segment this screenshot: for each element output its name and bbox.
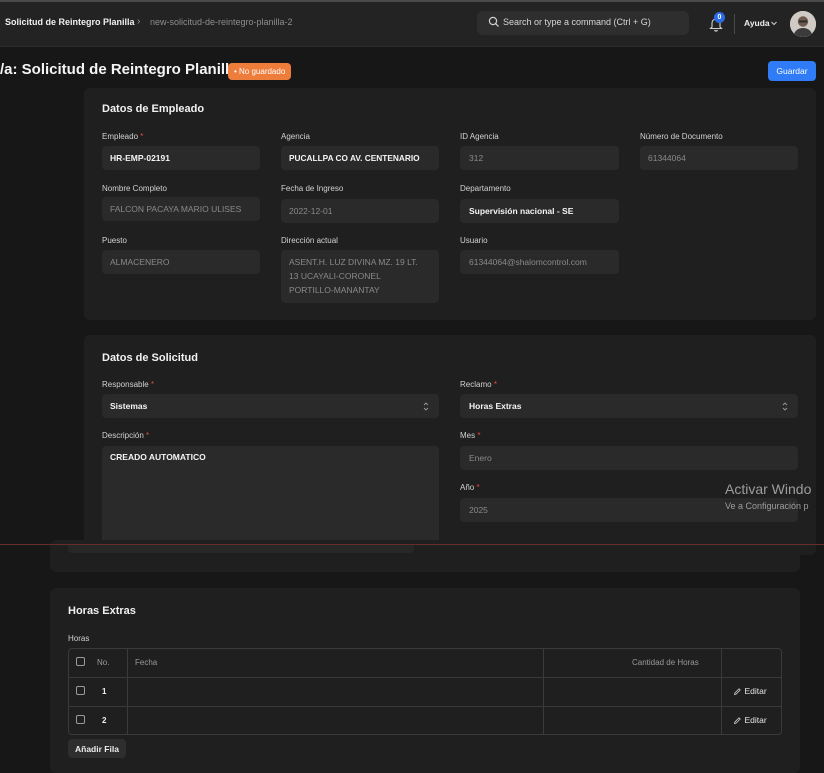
address-line-1: ASENT.H. LUZ DIVINA MZ. 19 LT. [289, 257, 418, 267]
hire-date-label: Fecha de Ingreso [281, 184, 344, 193]
agency-id-field [460, 146, 619, 170]
user-value: 61344064@shalomcontrol.com [469, 257, 587, 267]
month-field [460, 446, 798, 470]
month-label: Mes * [460, 431, 481, 440]
address-label: Dirección actual [281, 236, 338, 245]
agency-value: PUCALLPA CO AV. CENTENARIO [289, 153, 420, 163]
select-arrows-icon [782, 402, 788, 411]
responsible-select[interactable] [102, 394, 439, 418]
windows-activation-watermark-title: Activar Windo [725, 481, 812, 497]
row-checkbox[interactable] [76, 686, 85, 695]
column-header-fecha: Fecha [135, 658, 158, 667]
user-avatar-icon [790, 11, 816, 37]
row-cantidad-cell[interactable] [544, 707, 721, 735]
month-value: Enero [469, 453, 492, 463]
row-edit-label: Editar [744, 686, 767, 696]
user-label: Usuario [460, 236, 488, 245]
responsible-value: Sistemas [110, 401, 148, 411]
breadcrumb-separator: › [137, 16, 141, 27]
full-name-label: Nombre Completo [102, 184, 167, 193]
department-label: Departamento [460, 184, 511, 193]
agency-label: Agencia [281, 132, 310, 141]
employee-value: HR-EMP-02191 [110, 153, 170, 163]
breadcrumb-parent-link[interactable]: Solicitud de Reintegro Planilla [5, 17, 135, 27]
overtime-section-title: Horas Extras [68, 605, 136, 617]
windows-activation-watermark-subtitle: Ve a Configuración p [725, 501, 809, 511]
select-arrows-icon [423, 402, 429, 411]
claim-value: Horas Extras [469, 401, 522, 411]
request-section-title: Datos de Solicitud [102, 352, 198, 364]
row-fecha-cell[interactable] [128, 678, 543, 706]
hours-table-label: Horas [68, 634, 90, 643]
table-col-divider [721, 648, 722, 735]
row-number: 2 [102, 716, 107, 725]
row-edit-button[interactable]: Editar [733, 686, 767, 696]
user-avatar[interactable] [790, 11, 816, 37]
help-menu[interactable]: Ayuda [744, 18, 770, 28]
claim-label: Reclamo * [460, 380, 497, 389]
position-value: ALMACENERO [110, 257, 170, 267]
column-header-cantidad: Cantidad de Horas [632, 658, 699, 667]
agency-id-value: 312 [469, 153, 484, 163]
page-title: /a: Solicitud de Reintegro Planilla [0, 61, 238, 78]
row-fecha-cell[interactable] [128, 707, 543, 735]
description-label: Descripción * [102, 431, 150, 440]
year-label: Año * [460, 483, 480, 492]
department-value: Supervisión nacional - SE [469, 206, 574, 216]
notification-count-badge: 0 [714, 12, 725, 23]
row-edit-label: Editar [744, 715, 767, 725]
responsible-label: Responsable * [102, 380, 155, 389]
navbar-divider [734, 14, 735, 34]
employee-label: Empleado * [102, 132, 144, 141]
agency-id-label: ID Agencia [460, 132, 499, 141]
pencil-icon [733, 688, 741, 696]
full-name-value: FALCON PACAYA MARIO ULISES [110, 204, 242, 214]
position-label: Puesto [102, 236, 127, 245]
column-header-no: No. [97, 658, 110, 667]
chevron-down-icon [771, 21, 777, 26]
description-value: CREADO AUTOMATICO [110, 452, 206, 462]
search-icon [488, 16, 499, 27]
add-row-button[interactable]: Añadir Fila [68, 739, 126, 758]
address-line-2: 13 UCAYALI-CORONEL [289, 271, 381, 281]
document-number-label: Número de Documento [640, 132, 723, 141]
search-placeholder: Search or type a command (Ctrl + G) [503, 17, 651, 27]
row-edit-button[interactable]: Editar [733, 715, 767, 725]
row-checkbox[interactable] [76, 715, 85, 724]
hire-date-value: 2022-12-01 [289, 206, 333, 216]
select-all-checkbox[interactable] [76, 657, 85, 666]
save-button[interactable]: Guardar [768, 61, 816, 81]
breadcrumb-current: new-solicitud-de-reintegro-planilla-2 [150, 17, 293, 27]
row-number: 1 [102, 687, 107, 696]
employee-section-title: Datos de Empleado [102, 103, 205, 115]
description-textarea-bottom [68, 545, 414, 553]
document-number-value: 61344064 [648, 153, 686, 163]
pencil-icon [733, 717, 741, 725]
unsaved-status-badge: • No guardado [228, 63, 292, 80]
row-cantidad-cell[interactable] [544, 678, 721, 706]
address-line-3: PORTILLO-MANANTAY [289, 285, 380, 295]
year-value: 2025 [469, 505, 488, 515]
